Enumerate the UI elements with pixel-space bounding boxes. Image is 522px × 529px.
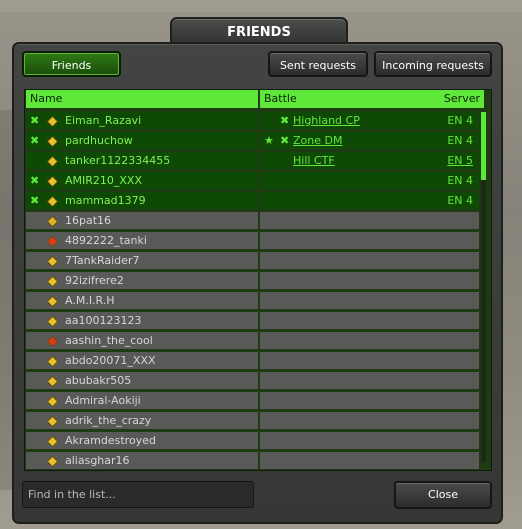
friend-name: mammad1379 [65,194,146,207]
rank-insignia-icon [46,235,59,248]
friend-row[interactable]: 92izifrere2 [26,272,258,289]
search-input[interactable] [22,481,254,508]
friend-name: 92izifrere2 [65,274,124,287]
battle-cell [260,312,479,329]
friend-name: AMIR210_XXX [65,174,143,187]
friend-row[interactable]: abubakr505 [26,372,258,389]
rank-insignia-icon [46,375,59,388]
friend-name: Eiman_Razavi [65,114,142,127]
friend-name: 4892222_tanki [65,234,147,247]
friend-name: Akramdestroyed [65,434,156,447]
friend-row[interactable]: tanker1122334455 [26,152,258,169]
rank-insignia-icon [46,355,59,368]
friend-row[interactable]: 4892222_tanki [26,232,258,249]
battle-cell [260,372,479,389]
rank-insignia-icon [46,455,59,468]
rank-insignia-icon [46,275,59,288]
rank-insignia-icon [46,115,59,128]
battle-link[interactable]: Zone DM [293,132,342,149]
tab-sent-requests[interactable]: Sent requests [268,51,368,77]
column-header-server[interactable]: Server [424,90,484,108]
friends-list[interactable]: Name Battle Server ✖ Eiman_Razavi ✖ Highlan… [24,89,492,471]
rank-insignia-icon [46,335,59,348]
friend-name: pardhuchow [65,134,133,147]
friend-name: tanker1122334455 [65,154,171,167]
crossed-swords-icon: ✖ [30,114,40,127]
rank-insignia-icon [46,215,59,228]
friend-row[interactable]: ✖ mammad1379 [26,192,258,209]
scrollbar-thumb[interactable] [481,112,486,180]
rank-insignia-icon [46,155,59,168]
rank-insignia-icon [46,175,59,188]
close-button[interactable]: Close [394,481,492,509]
rank-insignia-icon [46,315,59,328]
battle-cell [260,292,479,309]
server-label: EN 5 [447,154,473,167]
friend-name: 7TankRaider7 [65,254,140,267]
friend-name: aashin_the_cool [65,334,153,347]
friend-name: aliasghar16 [65,454,130,467]
rank-insignia-icon [46,435,59,448]
friend-name: aa100123123 [65,314,142,327]
friend-row[interactable]: aashin_the_cool [26,332,258,349]
crossed-swords-icon: ✖ [30,134,40,147]
server-label: EN 4 [447,134,473,147]
friend-row[interactable]: aa100123123 [26,312,258,329]
battle-cell[interactable]: Hill CTF EN 5 [260,152,479,169]
friend-name: abubakr505 [65,374,132,387]
friend-name: abdo20071_XXX [65,354,156,367]
rank-insignia-icon [46,415,59,428]
rank-insignia-icon [46,395,59,408]
battle-link[interactable]: Highland CP [293,112,360,129]
battle-cell [260,432,479,449]
crossed-swords-icon: ✖ [30,194,40,207]
friend-row[interactable]: Admiral-Aokiji [26,392,258,409]
friend-row[interactable]: Akramdestroyed [26,432,258,449]
server-label: EN 4 [447,194,473,207]
list-scrollbar[interactable] [481,112,486,462]
rank-insignia-icon [46,195,59,208]
friend-name: Admiral-Aokiji [65,394,141,407]
friend-row[interactable]: ✖ pardhuchow [26,132,258,149]
battle-cell [260,352,479,369]
friend-row[interactable]: 16pat16 [26,212,258,229]
battle-cell [260,252,479,269]
friend-row[interactable]: aliasghar16 [26,452,258,469]
battle-cell [260,452,479,469]
column-header-battle[interactable]: Battle [260,90,424,108]
friend-row[interactable]: abdo20071_XXX [26,352,258,369]
friend-row[interactable]: adrik_the_crazy [26,412,258,429]
battle-cell[interactable]: ✖ Highland CP EN 4 [260,112,479,129]
battle-cell[interactable]: ★ ✖ Zone DM EN 4 [260,132,479,149]
column-header-name[interactable]: Name [26,90,258,108]
friend-row[interactable]: ✖ AMIR210_XXX [26,172,258,189]
tab-friends[interactable]: Friends [22,51,121,77]
crossed-swords-icon: ✖ [280,134,290,147]
friend-name: 16pat16 [65,214,112,227]
battle-cell [260,232,479,249]
friend-row[interactable]: A.M.I.R.H [26,292,258,309]
battle-cell [260,392,479,409]
server-label: EN 4 [447,174,473,187]
star-icon: ★ [264,134,274,147]
tab-incoming-requests[interactable]: Incoming requests [374,51,492,77]
friend-name: A.M.I.R.H [65,294,115,307]
battle-cell: EN 4 [260,192,479,209]
battle-cell [260,212,479,229]
crossed-swords-icon: ✖ [280,114,290,127]
friend-row[interactable]: 7TankRaider7 [26,252,258,269]
battle-cell: EN 4 [260,172,479,189]
rank-insignia-icon [46,135,59,148]
server-label: EN 4 [447,114,473,127]
battle-cell [260,332,479,349]
friend-name: adrik_the_crazy [65,414,152,427]
friend-row[interactable]: ✖ Eiman_Razavi [26,112,258,129]
rank-insignia-icon [46,295,59,308]
rank-insignia-icon [46,255,59,268]
battle-link[interactable]: Hill CTF [293,152,335,169]
crossed-swords-icon: ✖ [30,174,40,187]
battle-cell [260,272,479,289]
battle-cell [260,412,479,429]
